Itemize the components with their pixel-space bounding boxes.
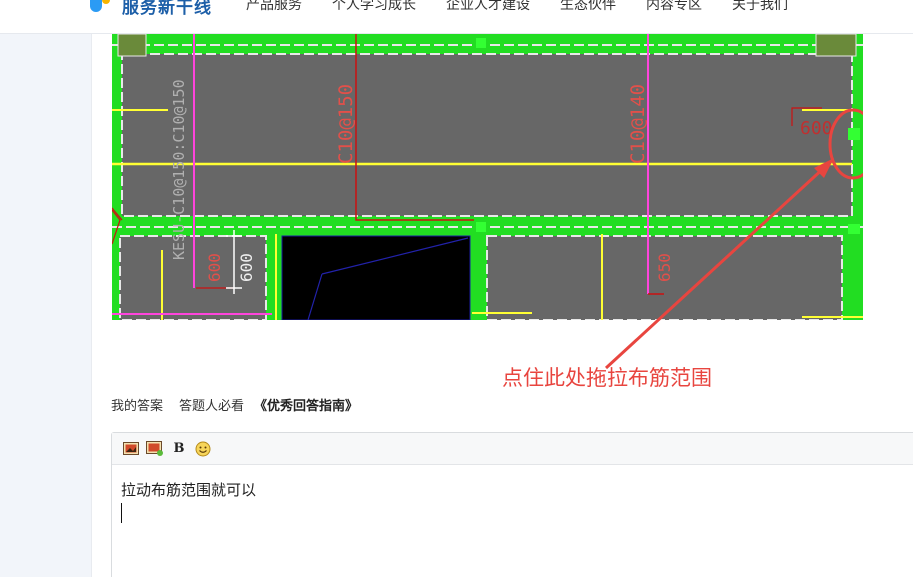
insert-image-button[interactable] [120,439,142,459]
image-icon [123,442,139,455]
answer-links: 我的答案 答题人必看 《优秀回答指南》 [111,395,374,414]
bold-button[interactable]: B [168,439,190,459]
answer-guide-link[interactable]: 《优秀回答指南》 [254,395,358,414]
must-read-link[interactable]: 答题人必看 [179,395,244,414]
my-answer-label: 我的答案 [111,399,164,414]
insert-media-button[interactable] [144,439,166,459]
smiley-icon [195,441,211,456]
answer-text: 拉动布筋范围就可以 [121,481,257,499]
answer-editor: B 拉动布筋范围就可以 [111,432,913,577]
editor-toolbar: B [112,433,913,465]
text-caret [121,503,122,523]
emoji-button[interactable] [192,439,214,459]
media-icon [146,441,163,456]
editor-content-area[interactable]: 拉动布筋范围就可以 [112,465,913,537]
annotation-text: 点住此处拖拉布筋范围 [502,366,712,390]
